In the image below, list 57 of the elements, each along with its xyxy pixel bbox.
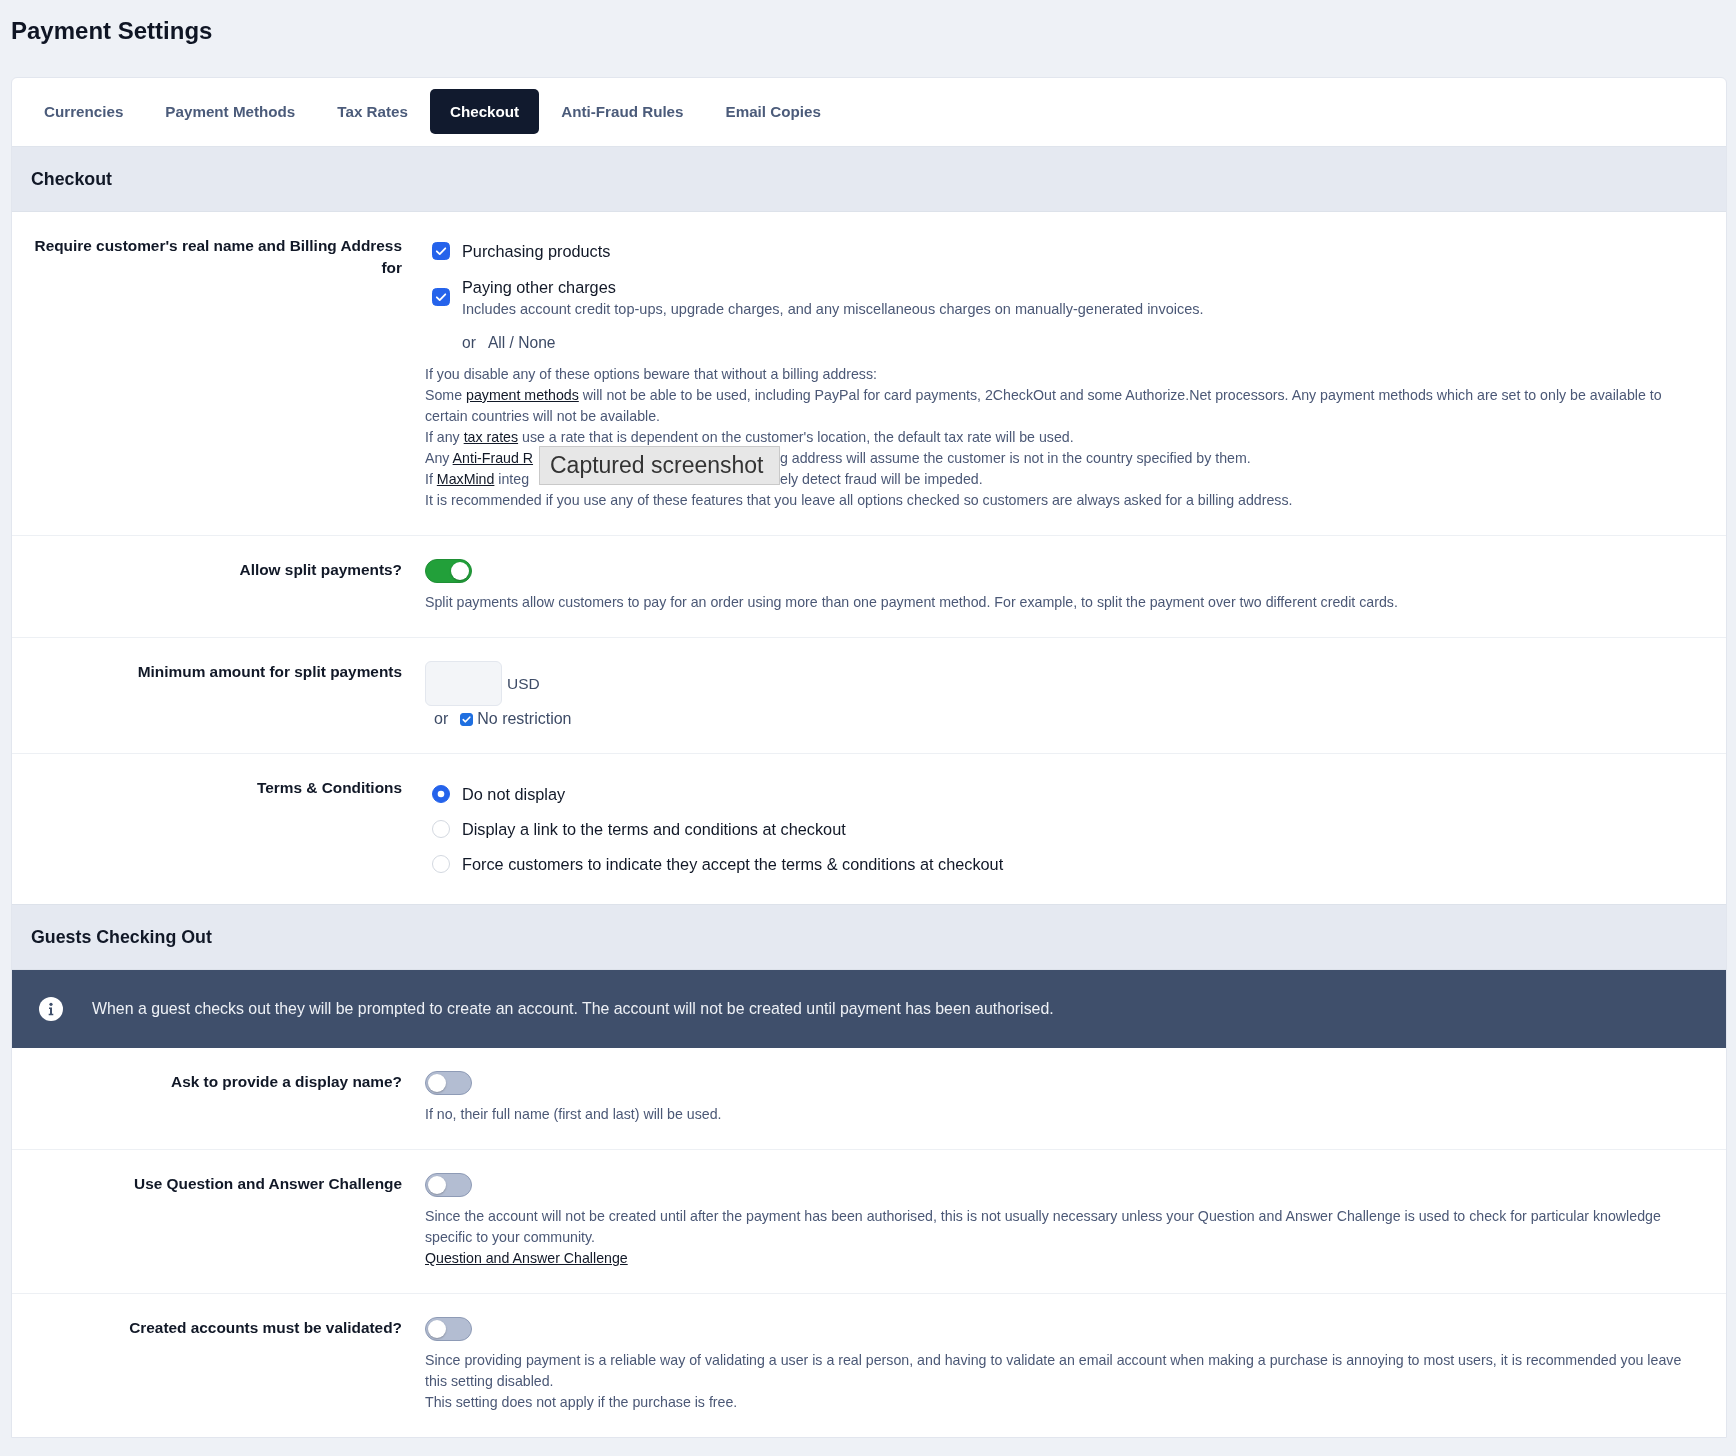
info-icon <box>39 997 63 1021</box>
radio-button[interactable] <box>432 784 450 803</box>
note-text: Since the account will not be created until after the payment has been authorised, this is not usually necessary unless your Question and Answer Challenge is used to check for particular knowledge specific to your community. <box>425 1207 1662 1247</box>
note-text: If no, their full name (first and last) will be used. <box>425 1105 722 1124</box>
tab[interactable]: Tax Rates <box>317 89 428 134</box>
radio-label: Display a link to the terms and conditions at checkout <box>462 818 846 840</box>
tab[interactable]: Payment Methods <box>145 89 316 134</box>
option-description: Includes account credit top-ups, upgrade charges, and any miscellaneous charges on manually-generated invoices. <box>462 300 1204 319</box>
tab[interactable]: Currencies <box>24 89 144 134</box>
note-text: Since providing payment is a reliable way of validating a user is a real person, and having to validate an email account when making a purchase is annoying to most users, it is recommended you leave this setting disabled. <box>425 1351 1683 1391</box>
setting-label: Allow split payments? <box>239 561 402 578</box>
page-title: Payment Settings <box>11 16 213 45</box>
setting-label: Ask to provide a display name? <box>171 1073 402 1090</box>
note-text: It is recommended if you use any of these features that you leave all options checked so customers are always asked for a billing address. <box>425 491 1293 510</box>
note-text: This setting does not apply if the purchase is free. <box>425 1393 738 1412</box>
note-text: Split payments allow customers to pay for an order using more than one payment method. For example, to split the payment over two different credit cards. <box>425 593 1398 612</box>
all-none-link[interactable]: All / None <box>487 334 556 352</box>
checkbox[interactable] <box>432 288 450 306</box>
tab[interactable]: Anti-Fraud Rules <box>541 89 704 134</box>
setting-label: Use Question and Answer Challenge <box>134 1175 402 1192</box>
toggle-switch[interactable] <box>425 1317 472 1341</box>
note-text: Any Anti-Fraud R <box>425 449 535 468</box>
toggle-switch[interactable] <box>425 1173 472 1197</box>
setting-label: Created accounts must be validated? <box>129 1319 402 1336</box>
checkbox-label: Paying other charges <box>462 277 616 298</box>
tab[interactable]: Checkout <box>429 89 540 134</box>
note-link[interactable]: payment methods <box>466 387 579 403</box>
setting-label: Terms & Conditions <box>256 779 402 796</box>
note-link[interactable]: Anti-Fraud R <box>452 450 534 466</box>
note-link[interactable]: tax rates <box>463 429 519 445</box>
note-link[interactable]: MaxMind <box>436 471 495 487</box>
checkbox[interactable] <box>460 712 474 726</box>
setting-label: Minimum amount for split payments <box>137 663 402 680</box>
note-text: If MaxMind integ <box>425 470 531 489</box>
toggle-switch[interactable] <box>425 559 472 583</box>
or-text: or <box>434 710 449 728</box>
checkbox-label: No restriction <box>477 710 572 728</box>
note-link[interactable]: Question and Answer Challenge <box>425 1250 628 1266</box>
or-text: or <box>462 334 476 352</box>
tooltip: Captured screenshot <box>539 446 780 485</box>
currency-label: USD <box>507 674 540 693</box>
note-text: g address will assume the customer is not in the country specified by them. <box>780 450 1251 466</box>
tab[interactable]: Email Copies <box>705 89 841 134</box>
note-text: If any tax rates use a rate that is dependent on the customer's location, the default tax rate will be used. <box>425 428 1074 447</box>
note-text: Some payment methods will not be able to be used, including PayPal for card payments, 2CheckOut and some Authorize.Net processors. Any payment methods which are set to only be available to certain countries will not be available. <box>425 386 1663 426</box>
setting-label: Require customer's real name and Billing Address for <box>34 237 402 276</box>
section-title: Checkout <box>31 168 112 190</box>
toggle-switch[interactable] <box>425 1071 472 1095</box>
note-text: If you disable any of these options beware that without a billing address: <box>425 365 877 384</box>
checkbox[interactable] <box>432 242 450 260</box>
banner-text: When a guest checks out they will be prompted to create an account. The account will not be created until payment has been authorised. <box>92 1000 1054 1018</box>
amount-field[interactable] <box>425 661 502 706</box>
radio-label: Force customers to indicate they accept the terms & conditions at checkout <box>462 853 1004 875</box>
checkbox-label: Purchasing products <box>462 241 611 262</box>
section-title: Guests Checking Out <box>31 926 212 948</box>
radio-label: Do not display <box>462 783 566 805</box>
note-text: ely detect fraud will be impeded. <box>780 471 983 487</box>
